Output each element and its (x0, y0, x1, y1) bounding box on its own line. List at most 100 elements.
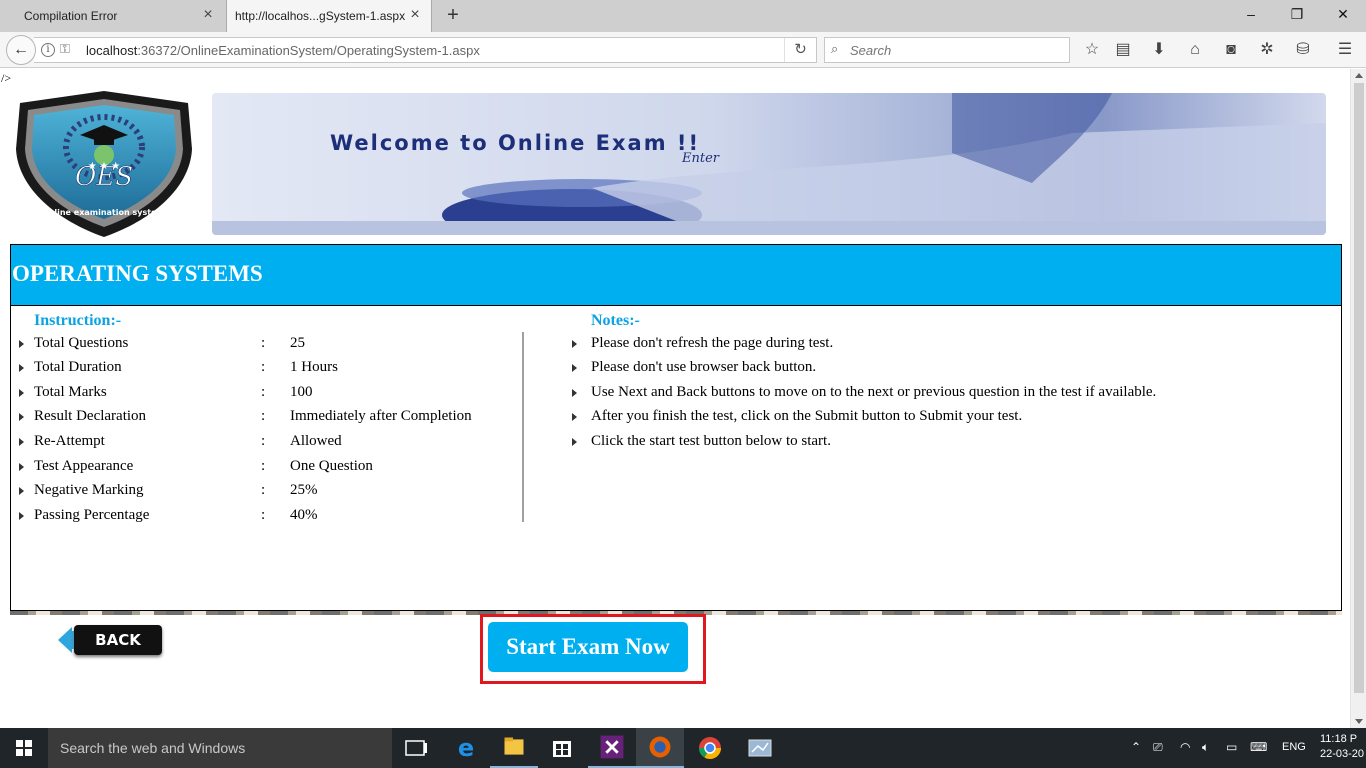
instruction-label: Total Duration (34, 359, 122, 375)
back-button-label: BACK (95, 631, 141, 649)
triangle-bullet-icon (19, 487, 24, 495)
page-content: /> OES ★ ★ ★ online examination system W… (0, 69, 1350, 728)
triangle-bullet-icon (572, 413, 577, 421)
instruction-label: Result Declaration (34, 408, 147, 424)
start-exam-button[interactable]: Start Exam Now (488, 622, 688, 672)
triangle-bullet-icon (19, 340, 24, 348)
triangle-bullet-icon (19, 463, 24, 471)
exam-info-panel: OPERATING SYSTEMS Instruction:- Total Qu… (10, 244, 1342, 611)
notification-icon[interactable]: ▭ (1226, 740, 1237, 754)
tab-bar: Compilation Error × http://localhos...gS… (0, 0, 1366, 32)
search-input[interactable] (850, 41, 1060, 59)
keyboard-icon[interactable]: ⌨ (1250, 740, 1267, 754)
home-icon[interactable]: ⌂ (1183, 39, 1207, 61)
new-tab-icon[interactable]: + (442, 4, 464, 26)
language-indicator[interactable]: ENG (1282, 741, 1306, 753)
instruction-title: Instruction:- (34, 312, 122, 329)
volume-icon[interactable]: 🔈︎ (1202, 740, 1209, 755)
svg-text:e: e (458, 734, 474, 762)
scroll-thumb[interactable] (1354, 83, 1364, 693)
visual-studio-icon[interactable] (588, 728, 636, 768)
reload-icon[interactable]: ↻ (784, 38, 816, 62)
tab-operating-system[interactable]: http://localhos...gSystem-1.aspx × (226, 0, 432, 32)
windows-start-icon[interactable] (0, 728, 48, 768)
clock-date: 22-03-20 (1320, 748, 1365, 760)
info-icon[interactable]: i (41, 43, 55, 57)
instruction-label: Re-Attempt (34, 433, 105, 449)
instruction-separator: : (261, 408, 266, 424)
triangle-bullet-icon (19, 438, 24, 446)
instruction-label: Total Marks (34, 384, 107, 400)
vertical-scrollbar[interactable] (1350, 69, 1366, 728)
pocket-icon[interactable]: ◙ (1219, 39, 1243, 61)
instruction-value: 40% (290, 507, 318, 523)
back-arrow-icon[interactable]: ← (6, 35, 36, 65)
tab-label: http://localhos...gSystem-1.aspx (235, 9, 406, 23)
triangle-bullet-icon (572, 389, 577, 397)
tray-chevron-up-icon[interactable]: ⌃ (1131, 740, 1141, 754)
triangle-bullet-icon (19, 389, 24, 397)
firefox-icon[interactable] (636, 728, 684, 768)
menu-icon[interactable]: ☰ (1333, 39, 1357, 61)
triangle-bullet-icon (19, 512, 24, 520)
note-text: Click the start test button below to sta… (591, 433, 831, 449)
address-bar[interactable]: i ⚿ localhost:36372/OnlineExaminationSys… (34, 37, 817, 63)
column-divider (522, 332, 524, 522)
minimize-icon[interactable]: – (1228, 0, 1274, 30)
instruction-value: One Question (290, 458, 373, 474)
instruction-value: 1 Hours (290, 359, 338, 375)
instruction-separator: : (261, 433, 266, 449)
note-text: Please don't refresh the page during tes… (591, 335, 834, 351)
file-explorer-icon[interactable] (490, 728, 538, 768)
start-button-highlight: Start Exam Now (480, 614, 706, 684)
close-icon[interactable]: × (407, 7, 423, 24)
note-text: Use Next and Back buttons to move on to … (591, 384, 1157, 400)
restore-icon[interactable]: ❐ (1274, 0, 1320, 30)
instruction-label: Negative Marking (34, 482, 144, 498)
triangle-bullet-icon (19, 364, 24, 372)
welcome-banner: Welcome to Online Exam !! Enter (212, 93, 1326, 235)
close-icon[interactable]: × (200, 7, 216, 24)
tab-compilation-error[interactable]: Compilation Error × (0, 0, 224, 32)
key-icon[interactable]: ⚿ (60, 41, 70, 57)
edge-icon[interactable]: e (442, 728, 490, 768)
store-icon[interactable] (538, 728, 586, 768)
note-text: After you finish the test, click on the … (591, 408, 1023, 424)
scroll-down-icon[interactable] (1355, 719, 1363, 724)
instruction-value: 25% (290, 482, 318, 498)
addon-icon[interactable]: ✲ (1255, 39, 1279, 61)
svg-text:★ ★ ★: ★ ★ ★ (88, 161, 120, 172)
oes-logo: OES ★ ★ ★ online examination system (16, 91, 192, 237)
instruction-separator: : (261, 384, 266, 400)
banner-welcome-text: Welcome to Online Exam !! (330, 131, 701, 155)
triangle-bullet-icon (572, 438, 577, 446)
instruction-label: Test Appearance (34, 458, 134, 474)
instruction-separator: : (261, 359, 266, 375)
shopping-bag-icon[interactable]: ⛁ (1291, 39, 1315, 61)
stray-markup-text: /> (1, 71, 12, 85)
download-icon[interactable]: ⬇ (1147, 39, 1171, 61)
search-box[interactable]: ⌕ (824, 37, 1070, 63)
taskbar-search-box[interactable]: Search the web and Windows (48, 728, 392, 768)
svg-text:online examination system: online examination system (43, 208, 165, 217)
reading-list-icon[interactable]: ▤ (1111, 39, 1135, 61)
scroll-up-icon[interactable] (1355, 73, 1363, 78)
clock-time: 11:18 P (1320, 733, 1358, 745)
task-view-icon[interactable] (392, 728, 440, 768)
chrome-icon[interactable] (686, 728, 734, 768)
instruction-label: Total Questions (34, 335, 129, 351)
instruction-separator: : (261, 482, 266, 498)
back-button[interactable]: BACK (58, 622, 164, 658)
instruction-separator: : (261, 458, 266, 474)
panel-header: OPERATING SYSTEMS (11, 245, 1341, 306)
network-adapter-icon[interactable]: ⎚ (1153, 740, 1163, 755)
url-text[interactable]: localhost:36372/OnlineExaminationSystem/… (86, 43, 480, 58)
clock[interactable]: 11:18 P 22-03-20 (1320, 732, 1366, 762)
wifi-icon[interactable]: ◠ (1180, 740, 1190, 754)
url-path: :36372/OnlineExaminationSystem/Operating… (137, 43, 480, 58)
bookmark-star-icon[interactable]: ☆ (1080, 39, 1104, 61)
note-text: Please don't use browser back button. (591, 359, 817, 375)
control-panel-icon[interactable] (736, 728, 784, 768)
window-close-icon[interactable]: ✕ (1320, 0, 1366, 30)
page-title: OPERATING SYSTEMS (12, 261, 263, 286)
